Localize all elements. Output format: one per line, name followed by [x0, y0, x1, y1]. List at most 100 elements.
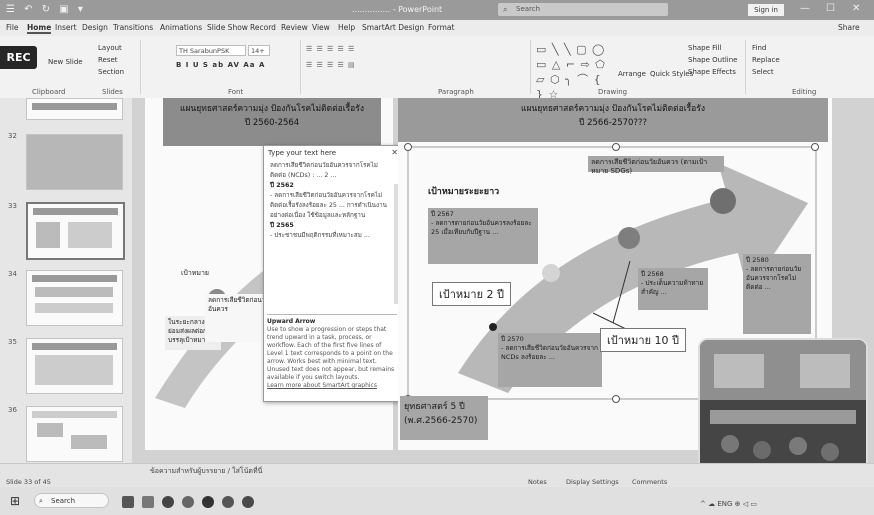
slide-thumbnail[interactable]	[26, 98, 123, 120]
display-settings-button[interactable]: Display Settings	[566, 478, 619, 486]
tab-help[interactable]: Help	[338, 23, 355, 32]
callout-box[interactable]: ปี 2570 - ลดการเสียชีวิตก่อนวัยอันควรจาก…	[498, 333, 602, 387]
ribbon-separator	[530, 40, 531, 94]
shape-effects-button[interactable]: Shape Effects	[688, 68, 736, 76]
text-pane-intro[interactable]: ลดการเสียชีวิตก่อนวัยอันควรจากโรคไม่ติดต…	[270, 161, 390, 181]
comments-button[interactable]: Comments	[632, 478, 667, 486]
minimize-icon[interactable]: —	[800, 3, 810, 14]
select-button[interactable]: Select	[752, 68, 774, 76]
shape-fill-button[interactable]: Shape Fill	[688, 44, 722, 52]
group-label-editing: Editing	[792, 88, 817, 96]
system-tray[interactable]: ^ ☁ ENG ⊕ ◁ ▭	[700, 500, 757, 508]
quick-styles-button[interactable]: Quick Styles	[650, 70, 693, 78]
text-pane-body[interactable]: ลดการเสียชีวิตก่อนวัยอันควรจากโรคไม่ติดต…	[270, 161, 390, 241]
close-icon[interactable]: ✕	[852, 3, 860, 14]
tab-view[interactable]: View	[312, 23, 330, 32]
tab-insert[interactable]: Insert	[55, 23, 77, 32]
maximize-icon[interactable]: ☐	[826, 3, 835, 14]
text-pane-bullet[interactable]: ปี 2565	[270, 221, 390, 231]
goal-10-year-box[interactable]: เป้าหมาย 10 ปี	[600, 328, 687, 352]
notes-placeholder[interactable]: ข้อความสำหรับผู้บรรยาย / ใส่โน้ตที่นี่	[150, 466, 262, 477]
tab-design[interactable]: Design	[82, 23, 108, 32]
slide-thumbnail-pane[interactable]: 32 33 34 35 36	[0, 98, 133, 463]
selection-handle[interactable]	[612, 143, 620, 151]
plan-line-1: ยุทธศาสตร์ 5 ปี	[404, 402, 465, 412]
slide-thumbnail[interactable]	[26, 270, 123, 326]
app-icon[interactable]	[202, 496, 214, 508]
slide-thumbnail[interactable]	[26, 338, 123, 394]
tab-animations[interactable]: Animations	[160, 23, 202, 32]
slide-number: 36	[8, 406, 17, 414]
smartart-help: Upward Arrow Use to show a progression o…	[267, 314, 397, 390]
goal-2-year-box[interactable]: เป้าหมาย 2 ปี	[432, 282, 512, 306]
notes-button[interactable]: Notes	[528, 478, 547, 486]
vision-label: เป้าหมายระยะยาว	[428, 187, 500, 197]
smartart-text-pane[interactable]: Type your text here ✕ ลดการเสียชีวิตก่อน…	[263, 145, 403, 402]
font-size-box[interactable]: 14+	[248, 45, 270, 56]
selection-handle[interactable]	[612, 395, 620, 403]
callout-year: ปี 2570	[501, 335, 524, 343]
tab-review[interactable]: Review	[281, 23, 308, 32]
text-pane-bullet-text[interactable]: - ประชาชนมีพฤติกรรมที่เหมาะสม ...	[270, 231, 390, 241]
text-pane-bullet[interactable]: ปี 2562	[270, 181, 390, 191]
group-label-drawing: Drawing	[598, 88, 628, 96]
slide-number: 32	[8, 132, 17, 140]
chrome-icon[interactable]	[182, 496, 194, 508]
taskbar-search-label: Search	[51, 497, 76, 505]
text-pane-bullet-text[interactable]: - ลดการเสียชีวิตก่อนวัยอันควรจากโรคไม่ติ…	[270, 191, 390, 221]
selection-handle[interactable]	[404, 143, 412, 151]
tab-record[interactable]: Record	[250, 23, 276, 32]
paragraph-align-buttons[interactable]: ☰ ☰ ☰ ☰ ▤	[306, 61, 356, 69]
slide-number: 35	[8, 338, 17, 346]
top-callout[interactable]: ลดการเสียชีวิตก่อนวัยอันควร (ตามเป้าหมาย…	[588, 156, 724, 175]
callout-year: ปี 2568	[641, 270, 664, 278]
shapes-gallery[interactable]: ▭ ╲ ╲ ▢ ◯ ▭ △ ⌐ ⇨ ⬠ ▱ ⬡ ╮ ⌒ { } ☆	[536, 42, 614, 101]
status-bar: Slide 33 of 45 ข้อความสำหรับผู้บรรยาย / …	[0, 463, 874, 488]
layout-button[interactable]: Layout	[98, 44, 122, 52]
browser-icon[interactable]	[162, 496, 174, 508]
arrange-button[interactable]: Arrange	[618, 70, 646, 78]
ribbon	[0, 36, 874, 99]
section-button[interactable]: Section	[98, 68, 124, 76]
app-icon[interactable]	[242, 496, 254, 508]
header-line-2: ปี 2566-2570???	[579, 118, 647, 128]
start-icon[interactable]: ⊞	[10, 494, 20, 508]
slide-thumbnail-selected[interactable]	[26, 202, 125, 260]
powerpoint-icon[interactable]	[222, 496, 234, 508]
help-link[interactable]: Learn more about SmartArt graphics	[267, 382, 397, 390]
title-search-box[interactable]: ⌕ Search	[498, 3, 668, 16]
ribbon-tabs: File Home Insert Design Transitions Anim…	[0, 20, 874, 36]
callout-box[interactable]: ปี 2567 - ลดการตายก่อนวัยอันควรลงร้อยละ …	[428, 208, 538, 264]
file-explorer-icon[interactable]	[142, 496, 154, 508]
taskbar-search[interactable]: ⌕ Search	[34, 493, 109, 508]
help-text: Use to show a progression or steps that …	[267, 326, 395, 381]
signin-button[interactable]: Sign in	[748, 4, 784, 16]
slide-thumbnail[interactable]	[26, 134, 123, 190]
paragraph-list-buttons[interactable]: ☰ ☰ ☰ ☰ ☰	[306, 45, 355, 53]
shape-outline-button[interactable]: Shape Outline	[688, 56, 737, 64]
font-format-buttons[interactable]: B I U S ab AV Aa A	[176, 61, 265, 69]
callout-text: - ลดการตายก่อนวัยอันควรลงร้อยละ 25 เมื่อ…	[431, 219, 532, 236]
tab-home[interactable]: Home	[27, 23, 52, 34]
selection-handle[interactable]	[811, 143, 819, 151]
callout-box[interactable]: ปี 2568 - ประเด็นความท้าทายสำคัญ ...	[638, 268, 708, 310]
quick-access-toolbar[interactable]: ☰ ↶ ↻ ▣ ▾	[6, 4, 86, 15]
slide-thumbnail[interactable]	[26, 406, 123, 462]
new-slide-button[interactable]: New Slide	[48, 58, 83, 66]
reset-button[interactable]: Reset	[98, 56, 118, 64]
find-button[interactable]: Find	[752, 44, 766, 52]
plan-period-box[interactable]: ยุทธศาสตร์ 5 ปี (พ.ศ.2566-2570)	[400, 396, 488, 440]
callout-box[interactable]: ปี 2580 - ลดการตายก่อนวัยอันควรจากโรคไม่…	[743, 254, 811, 334]
replace-button[interactable]: Replace	[752, 56, 780, 64]
close-icon[interactable]: ✕	[391, 148, 398, 157]
tab-slide-show[interactable]: Slide Show	[207, 23, 248, 32]
recording-badge: REC	[0, 46, 37, 69]
tab-transitions[interactable]: Transitions	[113, 23, 153, 32]
share-button[interactable]: Share	[838, 23, 860, 32]
tab-smartart-design[interactable]: SmartArt Design	[362, 23, 424, 32]
task-view-icon[interactable]	[122, 496, 134, 508]
tab-file[interactable]: File	[6, 23, 19, 32]
slide-header: แผนยุทธศาสตร์ความมุ่ง ป้องกันโรคไม่ติดต่…	[163, 98, 381, 146]
tab-format[interactable]: Format	[428, 23, 454, 32]
font-name-box[interactable]: TH SarabunPSK	[176, 45, 246, 56]
